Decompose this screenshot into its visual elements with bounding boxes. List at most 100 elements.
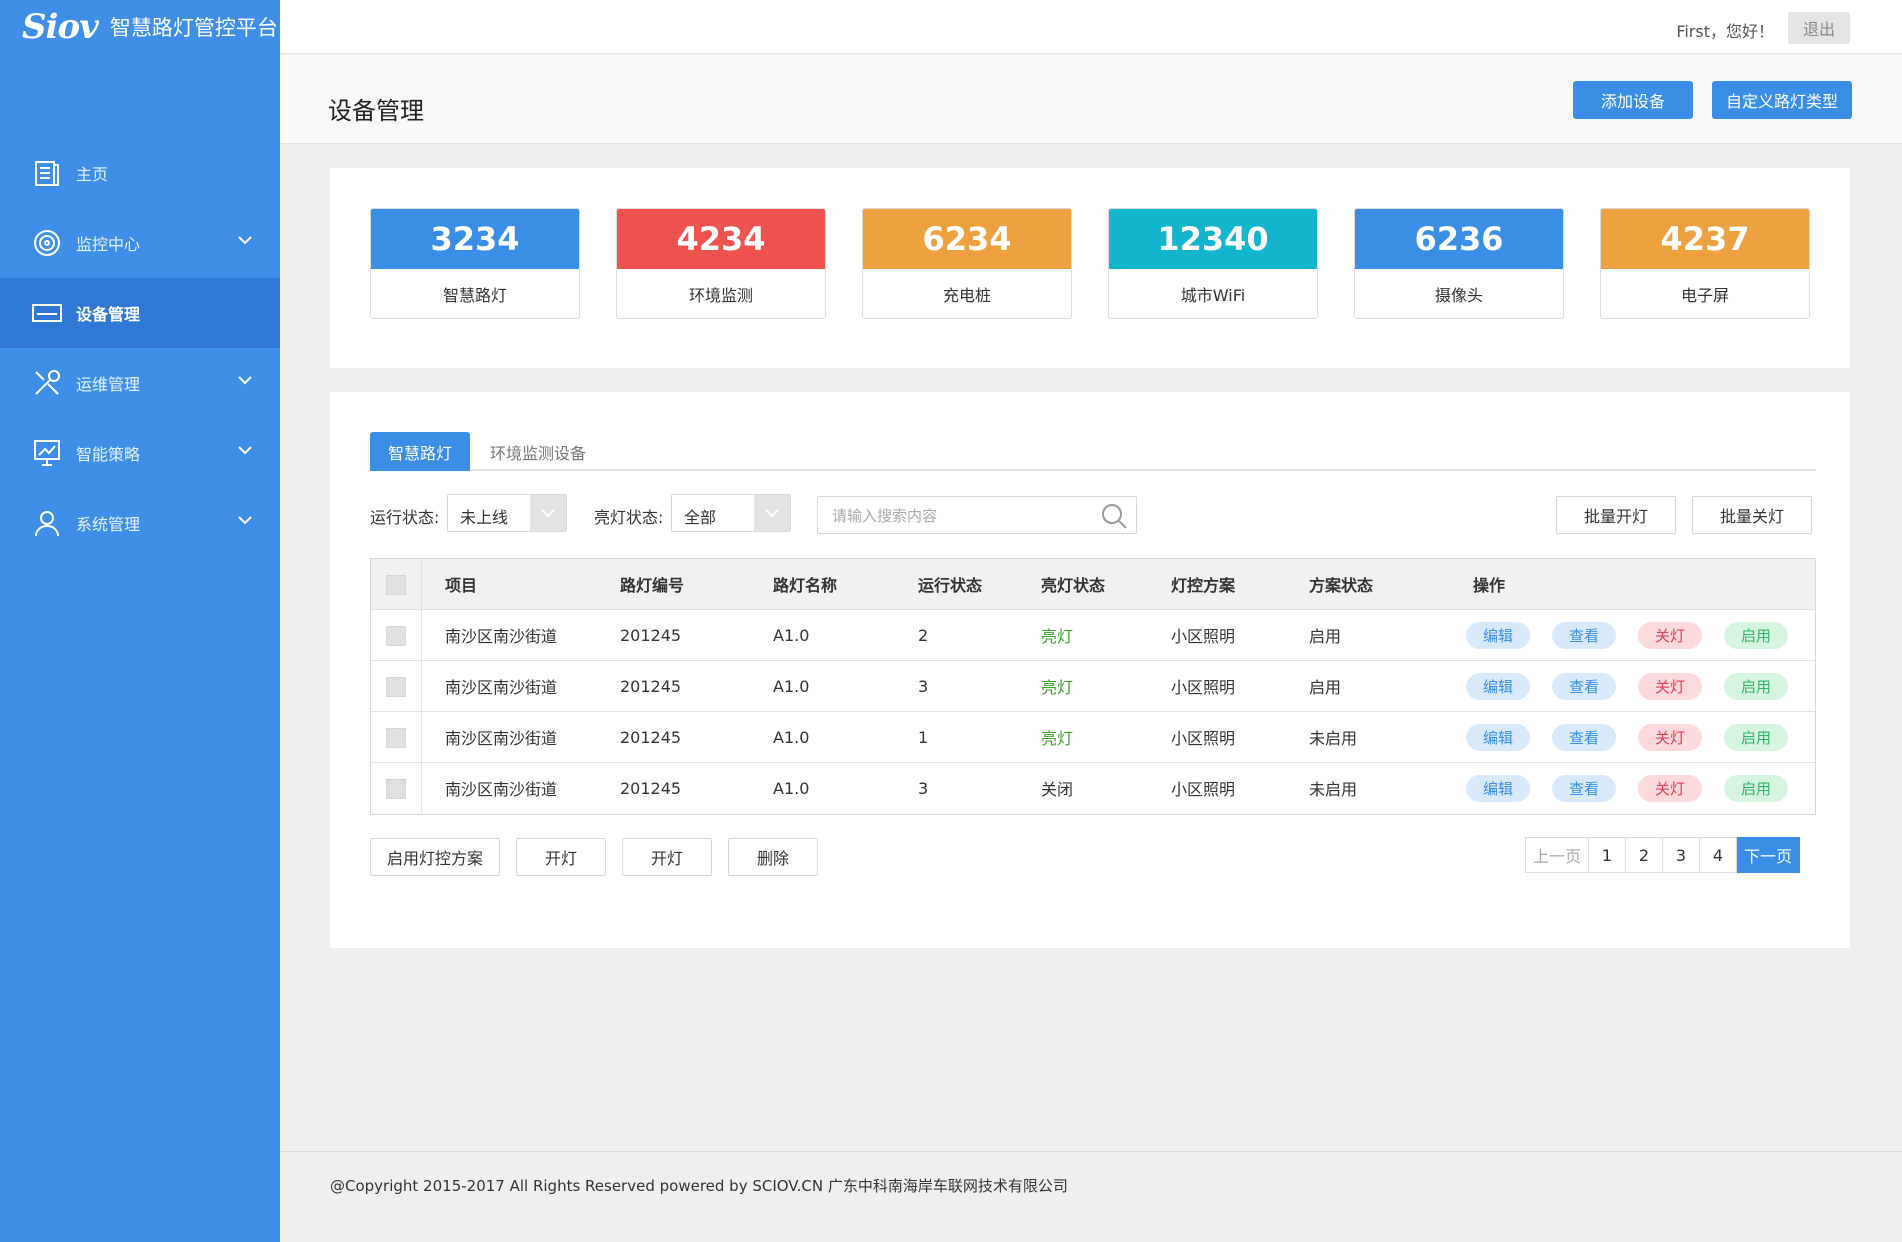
- view-button[interactable]: 查看: [1552, 622, 1616, 649]
- col-header: 灯控方案: [1171, 576, 1236, 595]
- light-off-button[interactable]: 关灯: [1638, 622, 1702, 649]
- cell-scheme-status: 未启用: [1309, 729, 1358, 748]
- sidebar-item-maintenance[interactable]: 运维管理: [0, 348, 280, 418]
- tab-smart-lamp[interactable]: 智慧路灯: [370, 432, 470, 471]
- cell-project: 南沙区南沙街道: [445, 678, 558, 697]
- view-button[interactable]: 查看: [1552, 775, 1616, 802]
- cell-lamp-no: 201245: [620, 727, 682, 747]
- custom-lamp-type-button[interactable]: 自定义路灯类型: [1712, 81, 1852, 119]
- edit-button[interactable]: 编辑: [1466, 673, 1530, 700]
- sidebar-item-devices[interactable]: 设备管理: [0, 278, 280, 348]
- enable-button[interactable]: 启用: [1724, 622, 1788, 649]
- edit-button[interactable]: 编辑: [1466, 775, 1530, 802]
- cell-scheme: 小区照明: [1171, 678, 1236, 697]
- sidebar-item-home[interactable]: 主页: [0, 138, 280, 208]
- sidebar-item-label: 主页: [76, 165, 109, 184]
- delete-button[interactable]: 删除: [728, 838, 818, 876]
- light-off-button[interactable]: 关灯: [1638, 673, 1702, 700]
- search-input[interactable]: [832, 505, 1082, 527]
- cell-lamp-no: 201245: [620, 676, 682, 696]
- stat-value: 4234: [617, 209, 825, 269]
- light-status-select[interactable]: 全部: [671, 494, 791, 532]
- table-row: 南沙区南沙街道 201245 A1.0 3 亮灯 小区照明 启用 编辑 查看 关灯 启用: [371, 661, 1815, 712]
- view-button[interactable]: 查看: [1552, 724, 1616, 751]
- stat-value: 6236: [1355, 209, 1563, 269]
- logout-button[interactable]: 退出: [1788, 12, 1850, 44]
- device-tabs: 智慧路灯 环境监测设备: [370, 432, 1816, 471]
- tab-env-monitor-device[interactable]: 环境监测设备: [478, 432, 598, 471]
- add-device-button[interactable]: 添加设备: [1573, 81, 1693, 119]
- page-header: 设备管理 添加设备 自定义路灯类型: [280, 55, 1902, 144]
- enable-button[interactable]: 启用: [1724, 775, 1788, 802]
- logo-mark: Siov: [22, 7, 99, 47]
- cell-run-status: 2: [918, 625, 929, 645]
- sidebar-item-label: 监控中心: [76, 235, 141, 254]
- stat-value: 3234: [371, 209, 579, 269]
- brand-logo: Siov 智慧路灯管控平台: [0, 0, 280, 54]
- row-checkbox[interactable]: [386, 677, 406, 697]
- tools-icon: [32, 368, 62, 398]
- cell-run-status: 3: [918, 676, 929, 696]
- light-on-button-2[interactable]: 开灯: [622, 838, 712, 876]
- user-greeting: First，您好！: [1676, 22, 1774, 41]
- enable-button[interactable]: 启用: [1724, 724, 1788, 751]
- stat-card-camera[interactable]: 6236 摄像头: [1354, 208, 1564, 319]
- chart-monitor-icon: [32, 438, 62, 468]
- enable-button[interactable]: 启用: [1724, 673, 1788, 700]
- col-header: 方案状态: [1309, 576, 1374, 595]
- chevron-down-icon: [754, 495, 790, 531]
- col-header: 项目: [445, 576, 478, 595]
- view-button[interactable]: 查看: [1552, 673, 1616, 700]
- stat-value: 6234: [863, 209, 1071, 269]
- document-icon: [32, 158, 62, 188]
- page-1-button[interactable]: 1: [1589, 837, 1626, 873]
- batch-light-off-button[interactable]: 批量关灯: [1692, 496, 1812, 534]
- sidebar-item-strategy[interactable]: 智能策略: [0, 418, 280, 488]
- light-on-button[interactable]: 开灯: [516, 838, 606, 876]
- table-row: 南沙区南沙街道 201245 A1.0 3 关闭 小区照明 未启用 编辑 查看 关灯 启用: [371, 763, 1815, 814]
- column-divider: [421, 559, 422, 609]
- page-4-button[interactable]: 4: [1700, 837, 1737, 873]
- stat-card-city-wifi[interactable]: 12340 城市WiFi: [1108, 208, 1318, 319]
- cell-light-status: 亮灯: [1041, 678, 1074, 697]
- stat-value: 4237: [1601, 209, 1809, 269]
- row-checkbox[interactable]: [386, 779, 406, 799]
- row-checkbox[interactable]: [386, 626, 406, 646]
- sidebar-item-system[interactable]: 系统管理: [0, 488, 280, 558]
- stat-label: 城市WiFi: [1180, 286, 1246, 305]
- row-checkbox[interactable]: [386, 728, 406, 748]
- stat-card-smart-lamp[interactable]: 3234 智慧路灯: [370, 208, 580, 319]
- stat-card-e-screen[interactable]: 4237 电子屏: [1600, 208, 1810, 319]
- stat-card-charging-pile[interactable]: 6234 充电桩: [862, 208, 1072, 319]
- cell-scheme-status: 启用: [1309, 627, 1342, 646]
- next-page-button[interactable]: 下一页: [1737, 837, 1800, 873]
- page-3-button[interactable]: 3: [1663, 837, 1700, 873]
- copyright-text: @Copyright 2015-2017 All Rights Reserved…: [330, 1177, 1068, 1195]
- sidebar-item-monitor[interactable]: 监控中心: [0, 208, 280, 278]
- prev-page-button[interactable]: 上一页: [1525, 837, 1589, 873]
- edit-button[interactable]: 编辑: [1466, 724, 1530, 751]
- col-header: 操作: [1473, 576, 1506, 595]
- column-divider: [421, 661, 422, 711]
- search-icon[interactable]: [1100, 502, 1128, 534]
- stat-label: 智慧路灯: [442, 286, 507, 305]
- batch-light-on-button[interactable]: 批量开灯: [1556, 496, 1676, 534]
- select-all-checkbox[interactable]: [386, 575, 406, 595]
- cell-scheme: 小区照明: [1171, 780, 1236, 799]
- page-2-button[interactable]: 2: [1626, 837, 1663, 873]
- stat-label: 电子屏: [1680, 286, 1729, 305]
- col-header: 路灯编号: [620, 576, 685, 595]
- chevron-down-icon: [238, 516, 252, 525]
- search-box: [817, 496, 1137, 534]
- light-off-button[interactable]: 关灯: [1638, 775, 1702, 802]
- stat-card-env-monitor[interactable]: 4234 环境监测: [616, 208, 826, 319]
- col-header: 运行状态: [918, 576, 983, 595]
- page-title: 设备管理: [328, 97, 424, 125]
- col-header: 亮灯状态: [1041, 576, 1106, 595]
- column-divider: [421, 610, 422, 660]
- light-off-button[interactable]: 关灯: [1638, 724, 1702, 751]
- edit-button[interactable]: 编辑: [1466, 622, 1530, 649]
- run-status-select[interactable]: 未上线: [447, 494, 567, 532]
- enable-scheme-button[interactable]: 启用灯控方案: [370, 838, 500, 876]
- select-value: 未上线: [460, 508, 509, 527]
